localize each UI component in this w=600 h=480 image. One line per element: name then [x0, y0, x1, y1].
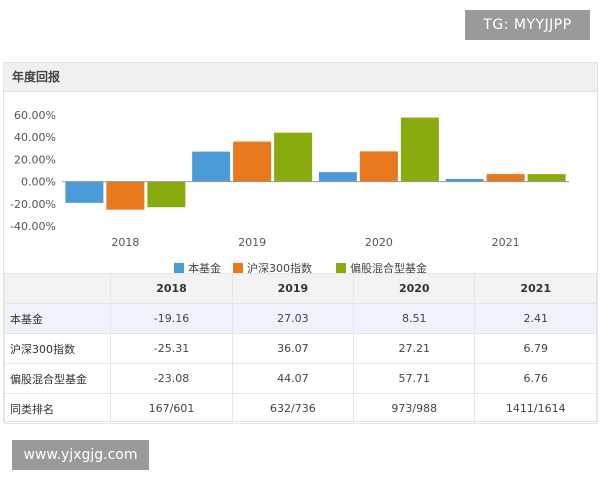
bar — [400, 117, 439, 182]
table-row[interactable]: 偏股混合型基金 -23.08 44.07 57.71 6.76 — [3, 363, 597, 394]
table-cell: 632/736 — [231, 393, 355, 424]
bar — [106, 181, 145, 210]
panel-header: 年度回报 — [4, 63, 597, 92]
table-header-cell: 2018 — [110, 273, 233, 304]
bar — [192, 151, 231, 182]
x-tick-label: 2018 — [111, 236, 139, 249]
legend-swatch — [174, 263, 184, 273]
table-cell: -25.31 — [110, 333, 233, 364]
table-row[interactable]: 沪深300指数 -25.31 36.07 27.21 6.79 — [3, 333, 597, 364]
y-tick-label: 40.00% — [14, 131, 56, 144]
bar — [318, 172, 357, 182]
x-tick-label: 2020 — [365, 236, 393, 249]
table-cell: 36.07 — [231, 333, 355, 364]
table-cell: 1411/1614 — [474, 393, 597, 424]
watermark-site: www.yjxgjg.com — [12, 440, 149, 470]
table-cell: -23.08 — [110, 363, 233, 394]
y-tick-label: 20.00% — [14, 153, 56, 166]
table-row[interactable]: 本基金 -19.16 27.03 8.51 2.41 — [3, 303, 597, 334]
table-header-row: 2018 2019 2020 2021 — [3, 273, 597, 304]
table-cell: -19.16 — [110, 303, 233, 334]
annual-return-table: 2018 2019 2020 2021 本基金 -19.16 27.03 8.5… — [3, 273, 597, 424]
watermark-tg: TG: MYYJJPP — [465, 10, 590, 40]
table-cell: 6.76 — [474, 363, 597, 394]
bar — [486, 174, 525, 182]
bar — [359, 151, 398, 182]
bar — [274, 132, 313, 182]
table-cell: 27.21 — [353, 333, 476, 364]
annual-return-panel: 年度回报 60.00% 40.00% 20.00% 0.00% -20.00% -40.0… — [3, 62, 598, 424]
legend-label: 沪深300指数 — [247, 261, 312, 273]
bar — [65, 181, 104, 203]
table-cell: 2.41 — [474, 303, 597, 334]
table-cell: 8.51 — [353, 303, 476, 334]
row-label: 沪深300指数 — [3, 333, 112, 364]
legend-swatch — [336, 263, 346, 273]
legend-swatch — [233, 263, 243, 273]
row-label: 同类排名 — [3, 393, 112, 424]
x-tick-label: 2021 — [492, 236, 520, 249]
table-cell: 973/988 — [353, 393, 476, 424]
table-cell: 27.03 — [231, 303, 355, 334]
table-row[interactable]: 同类排名 167/601 632/736 973/988 1411/1614 — [3, 393, 597, 424]
table-header-cell — [3, 273, 112, 304]
y-tick-label: 0.00% — [21, 176, 56, 189]
table-cell: 167/601 — [110, 393, 233, 424]
row-label: 偏股混合型基金 — [3, 363, 112, 394]
legend-label: 偏股混合型基金 — [350, 261, 427, 273]
y-tick-label: -40.00% — [10, 220, 56, 233]
table-header-cell: 2020 — [353, 273, 476, 304]
annual-return-chart: 60.00% 40.00% 20.00% 0.00% -20.00% -40.00% 201… — [10, 109, 569, 273]
panel-title: 年度回报 — [12, 70, 61, 84]
table-header-cell: 2019 — [231, 273, 355, 304]
bar — [527, 174, 566, 182]
table-cell: 6.79 — [474, 333, 597, 364]
y-tick-label: -20.00% — [10, 198, 56, 211]
bar — [147, 181, 186, 208]
table-header-cell: 2021 — [474, 273, 597, 304]
table-cell: 57.71 — [353, 363, 476, 394]
x-tick-label: 2019 — [238, 236, 266, 249]
bar — [233, 141, 272, 182]
row-label: 本基金 — [3, 303, 112, 334]
y-tick-label: 60.00% — [14, 109, 56, 122]
legend-label: 本基金 — [188, 261, 221, 273]
table-cell: 44.07 — [231, 363, 355, 394]
